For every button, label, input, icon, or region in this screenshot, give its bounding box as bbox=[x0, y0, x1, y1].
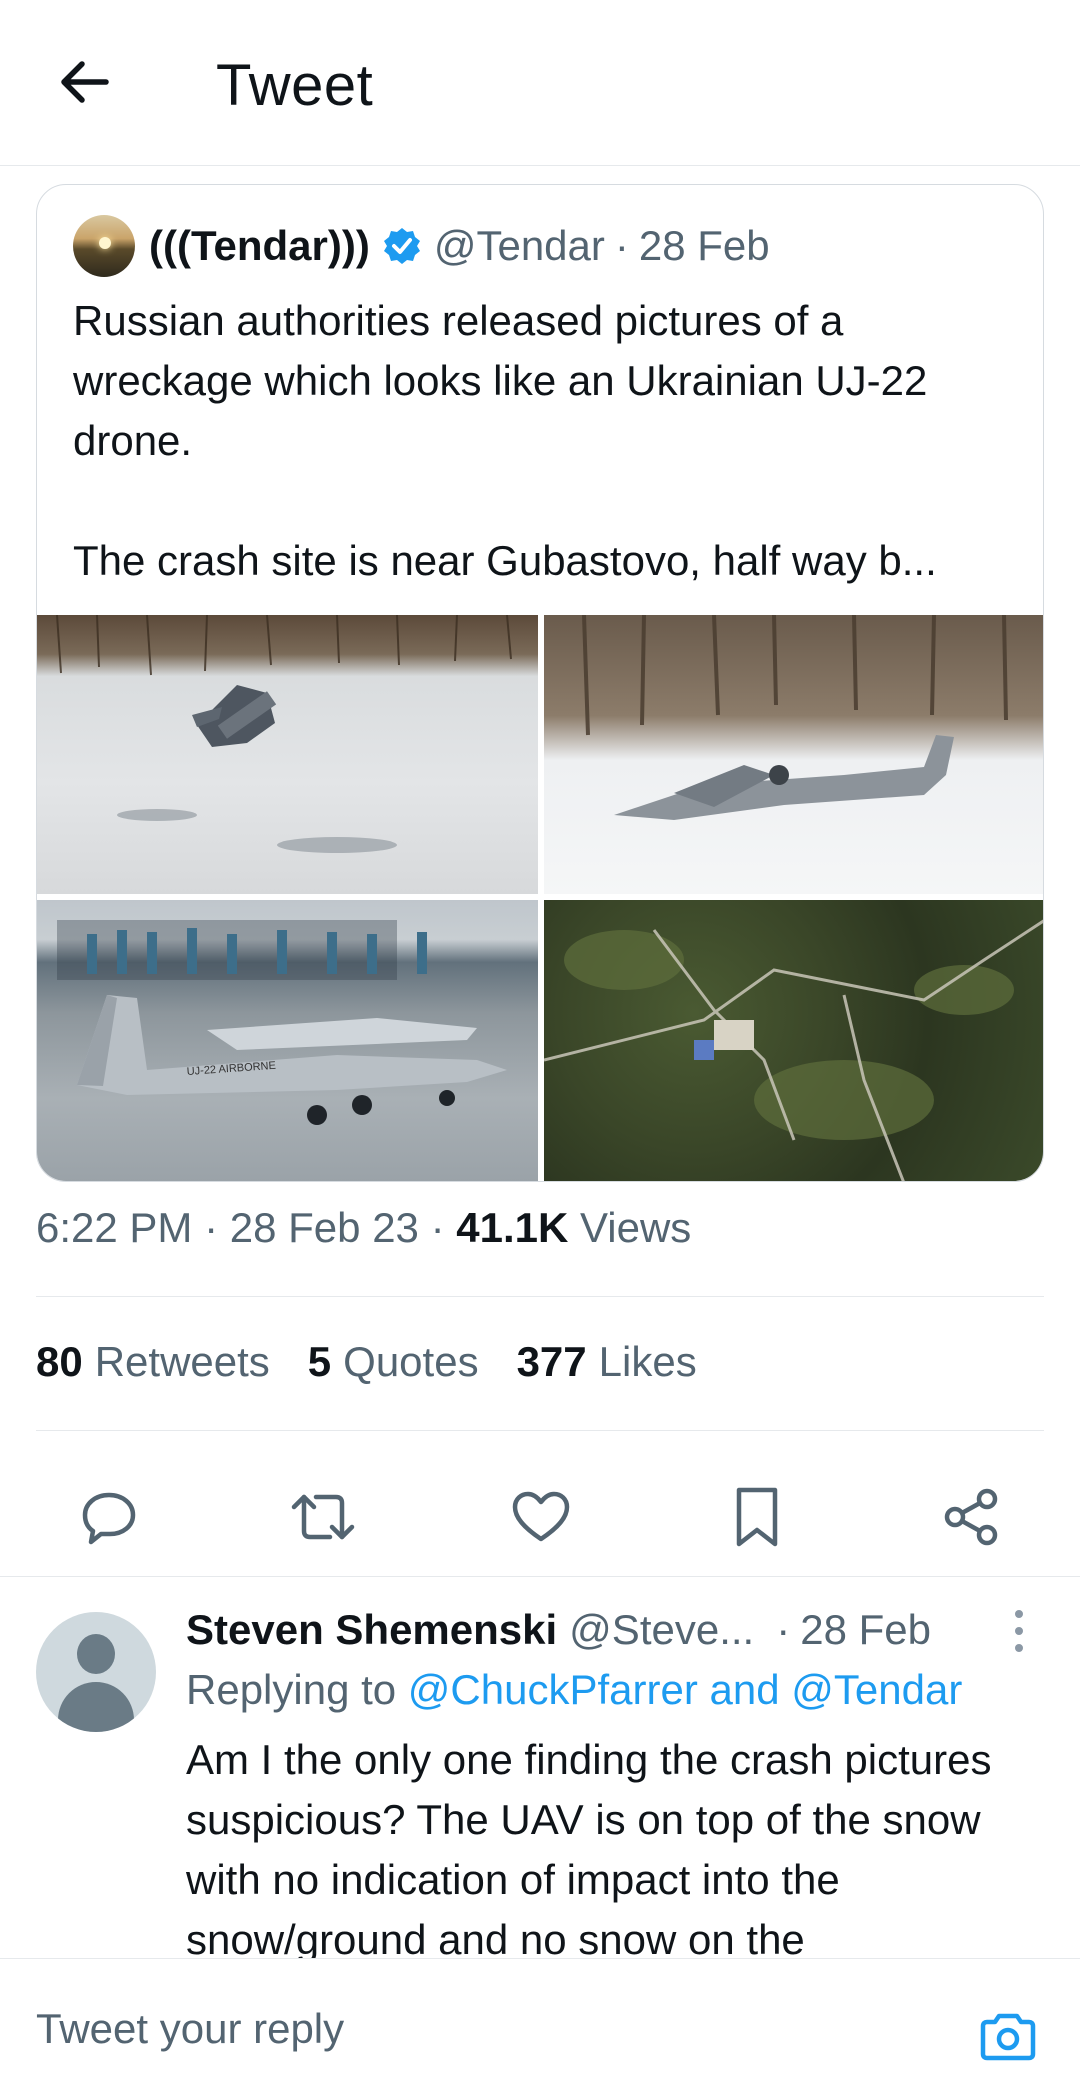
share-button[interactable] bbox=[926, 1472, 1016, 1562]
separator-dot: · bbox=[776, 1606, 791, 1653]
reply-input[interactable] bbox=[36, 2005, 836, 2053]
avatar[interactable] bbox=[36, 1612, 156, 1732]
like-icon bbox=[512, 1491, 570, 1542]
retweets-label: Retweets bbox=[94, 1338, 270, 1385]
avatar[interactable] bbox=[73, 215, 135, 277]
quotes-stat[interactable]: 5 Quotes bbox=[308, 1338, 479, 1386]
verified-badge-icon bbox=[383, 228, 420, 264]
reply-composer bbox=[0, 1958, 1080, 2089]
likes-label: Likes bbox=[598, 1338, 697, 1385]
media-grid: UJ-22 AIRBORNE bbox=[37, 615, 1043, 1181]
likes-stat[interactable]: 377 Likes bbox=[517, 1338, 697, 1386]
reply-author-name[interactable]: Steven Shemenski bbox=[186, 1606, 557, 1654]
quoted-tweet-header: (((Tendar))) @Tendar · 28 Feb bbox=[73, 215, 770, 277]
reply-text: Am I the only one finding the crash pict… bbox=[186, 1736, 992, 1963]
default-avatar-icon bbox=[77, 1634, 115, 1674]
divider bbox=[36, 1296, 1044, 1297]
tweet-full-date: 28 Feb 23 bbox=[229, 1204, 419, 1251]
reply-date: 28 Feb bbox=[800, 1606, 931, 1653]
reply-icon bbox=[82, 1492, 136, 1545]
crash-wreckage-photo-2[interactable] bbox=[544, 615, 1043, 894]
top-header: Tweet bbox=[0, 0, 1080, 166]
quoted-tweet-card[interactable]: (((Tendar))) @Tendar · 28 Feb Russian au… bbox=[36, 184, 1044, 1182]
tweet-time: 6:22 PM bbox=[36, 1204, 193, 1251]
back-button[interactable] bbox=[52, 50, 116, 114]
engagement-stats: 80 Retweets 5 Quotes 377 Likes bbox=[36, 1338, 697, 1386]
camera-button[interactable] bbox=[978, 2007, 1038, 2067]
retweet-icon bbox=[291, 1494, 355, 1540]
page-title: Tweet bbox=[216, 53, 374, 118]
tweet-meta: 6:22 PM · 28 Feb 23 · 41.1K Views bbox=[36, 1204, 691, 1252]
divider bbox=[0, 1576, 1080, 1577]
quotes-count: 5 bbox=[307, 1338, 332, 1385]
author-handle[interactable]: @Tendar bbox=[434, 222, 605, 270]
tweet-text-paragraph: The crash site is near Gubastovo, half w… bbox=[73, 537, 937, 584]
arrow-left-icon bbox=[61, 61, 109, 103]
uj22-drone-photo[interactable]: UJ-22 AIRBORNE bbox=[37, 900, 538, 1181]
reply-author-handle[interactable]: @Steve... bbox=[569, 1606, 754, 1654]
author-name[interactable]: (((Tendar))) bbox=[149, 222, 370, 270]
reply-header: Steven Shemenski @Steve... · 28 Feb bbox=[186, 1602, 931, 1658]
separator-dot: · bbox=[430, 1204, 445, 1251]
more-vertical-icon bbox=[1015, 1610, 1023, 1618]
replying-to-label: Replying to bbox=[186, 1666, 397, 1713]
separator-dot: · bbox=[204, 1204, 219, 1251]
separator-dot: · bbox=[614, 222, 629, 269]
replying-to: Replying to @ChuckPfarrer and @Tendar bbox=[186, 1666, 962, 1714]
camera-icon bbox=[980, 2013, 1036, 2061]
tweet-date: 28 Feb bbox=[638, 222, 770, 269]
bookmark-button[interactable] bbox=[712, 1472, 802, 1562]
views-label: Views bbox=[580, 1204, 692, 1251]
retweets-count: 80 bbox=[36, 1338, 83, 1385]
like-button[interactable] bbox=[496, 1472, 586, 1562]
crash-wreckage-photo[interactable] bbox=[37, 615, 538, 894]
retweet-button[interactable] bbox=[278, 1472, 368, 1562]
divider bbox=[36, 1430, 1044, 1431]
likes-count: 377 bbox=[516, 1338, 587, 1385]
bookmark-icon bbox=[736, 1487, 778, 1547]
reply-button[interactable] bbox=[64, 1472, 154, 1562]
tweet-action-bar bbox=[0, 1458, 1080, 1576]
retweets-stat[interactable]: 80 Retweets bbox=[36, 1338, 270, 1386]
more-options-button[interactable] bbox=[1004, 1606, 1034, 1656]
quotes-label: Quotes bbox=[343, 1338, 479, 1385]
replying-to-mentions[interactable]: @ChuckPfarrer and @Tendar bbox=[408, 1666, 963, 1713]
tweet-text-paragraph: Russian authorities released pictures of… bbox=[73, 297, 928, 464]
views-count: 41.1K bbox=[456, 1204, 569, 1251]
share-icon bbox=[944, 1488, 998, 1546]
satellite-map-photo[interactable] bbox=[544, 900, 1043, 1181]
tweet-text: Russian authorities released pictures of… bbox=[73, 291, 1023, 591]
